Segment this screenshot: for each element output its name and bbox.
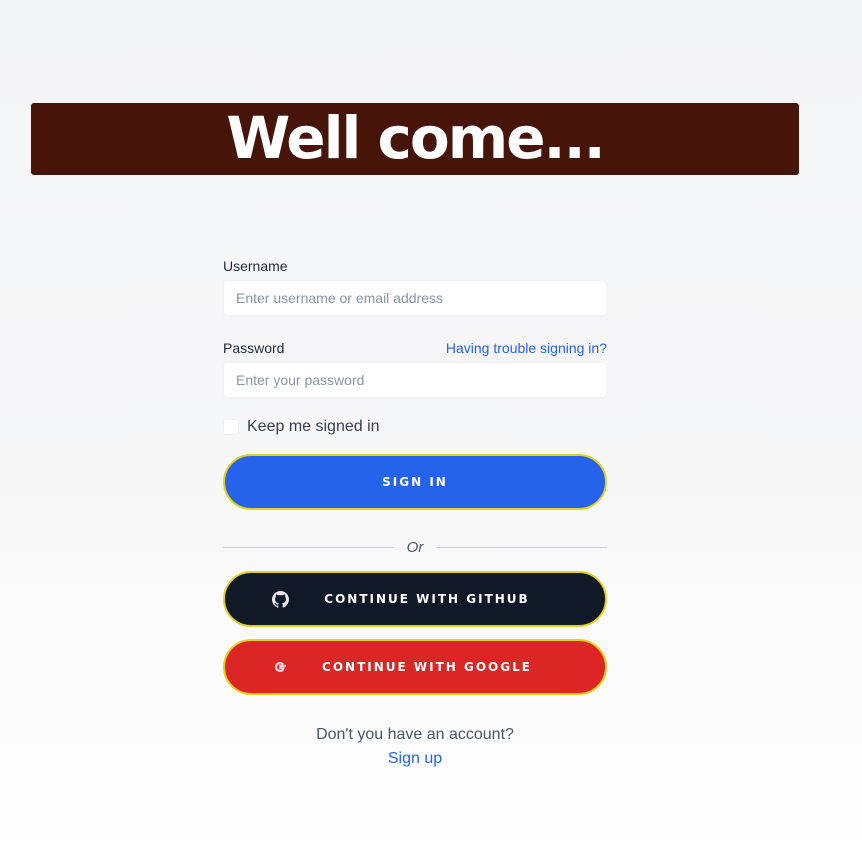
signup-prompt: Don't you have an account? bbox=[316, 726, 514, 743]
github-icon bbox=[271, 590, 289, 608]
google-button-label: CONTINUE WITH GOOGLE bbox=[322, 660, 532, 674]
trouble-signing-in-link[interactable]: Having trouble signing in? bbox=[446, 340, 607, 356]
google-icon bbox=[271, 658, 289, 676]
remember-me-label: Keep me signed in bbox=[247, 418, 380, 435]
or-divider: Or bbox=[223, 538, 608, 556]
password-label-row: Password Having trouble signing in? bbox=[223, 338, 607, 358]
divider-line-left bbox=[223, 546, 394, 548]
sign-in-button[interactable]: SIGN IN bbox=[223, 454, 607, 510]
remember-me-checkbox[interactable] bbox=[223, 419, 239, 435]
github-button-label: CONTINUE WITH GITHUB bbox=[324, 592, 530, 606]
sign-in-label: SIGN IN bbox=[382, 475, 448, 489]
sign-up-link[interactable]: Sign up bbox=[388, 747, 442, 771]
banner-title: Well come... bbox=[226, 104, 605, 172]
continue-with-google-button[interactable]: CONTINUE WITH GOOGLE bbox=[223, 639, 607, 695]
divider-line-right bbox=[436, 546, 608, 548]
welcome-banner: Well come... bbox=[31, 103, 799, 175]
username-label: Username bbox=[223, 258, 288, 274]
username-input[interactable] bbox=[223, 280, 607, 316]
divider-text: Or bbox=[406, 538, 424, 556]
password-label: Password bbox=[223, 340, 285, 356]
signup-footer: Don't you have an account? Sign up bbox=[223, 723, 607, 771]
login-form: Username Password Having trouble signing… bbox=[223, 256, 608, 771]
password-input[interactable] bbox=[223, 362, 607, 398]
continue-with-github-button[interactable]: CONTINUE WITH GITHUB bbox=[223, 571, 607, 627]
remember-me-row: Keep me signed in bbox=[223, 417, 607, 437]
